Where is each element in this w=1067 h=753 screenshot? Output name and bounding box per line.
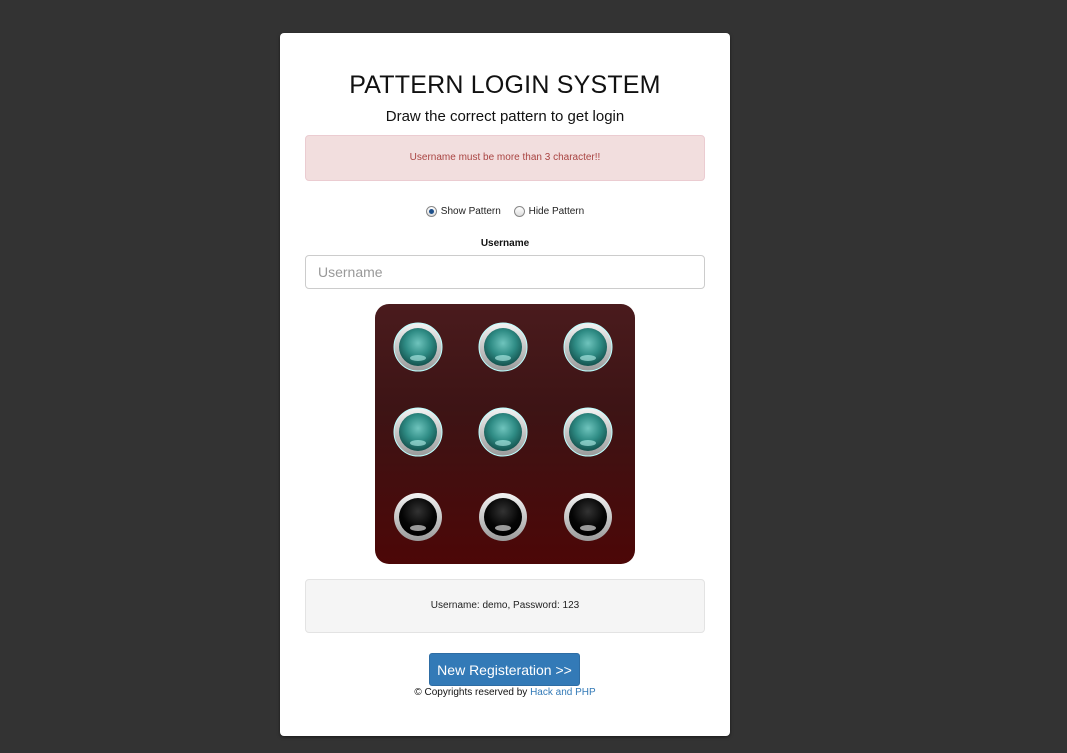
- pattern-dot-5[interactable]: [478, 407, 528, 457]
- hide-pattern-label: Hide Pattern: [528, 206, 585, 217]
- show-pattern-label: Show Pattern: [440, 206, 501, 217]
- footer-link-hack-and-php[interactable]: Hack and PHP: [530, 687, 596, 698]
- pattern-dot-6[interactable]: [563, 407, 613, 457]
- footer-copyright: © Copyrights reserved by: [414, 687, 531, 698]
- page-subtitle: Draw the correct pattern to get login: [385, 108, 625, 125]
- pattern-dot-3[interactable]: [563, 322, 613, 372]
- page-title: PATTERN LOGIN SYSTEM: [349, 71, 661, 99]
- hide-pattern-radio-button[interactable]: [513, 206, 525, 217]
- show-pattern-radio-button[interactable]: [425, 206, 437, 217]
- login-card: PATTERN LOGIN SYSTEM Draw the correct pa…: [280, 33, 730, 736]
- pattern-dot-9[interactable]: [564, 493, 612, 541]
- demo-credentials-hint: Username: demo, Password: 123: [305, 579, 705, 633]
- pattern-visibility-toggle: Show Pattern Hide Pattern: [280, 206, 730, 220]
- pattern-dot-4[interactable]: [393, 407, 443, 457]
- pattern-dot-1[interactable]: [393, 322, 443, 372]
- show-pattern-radio[interactable]: Show Pattern: [425, 206, 501, 217]
- pattern-dot-7[interactable]: [394, 493, 442, 541]
- pattern-dot-8[interactable]: [479, 493, 527, 541]
- demo-credentials-text: Username: demo, Password: 123: [430, 600, 580, 611]
- pattern-canvas[interactable]: [375, 304, 635, 564]
- hide-pattern-radio[interactable]: Hide Pattern: [513, 206, 585, 217]
- username-input[interactable]: [305, 255, 705, 289]
- pattern-lock-grid[interactable]: [375, 304, 635, 564]
- error-message: Username must be more than 3 character!!: [409, 152, 601, 163]
- pattern-dot-2[interactable]: [478, 322, 528, 372]
- new-registration-button[interactable]: New Registeration >>: [429, 653, 580, 686]
- error-alert: Username must be more than 3 character!!: [305, 135, 705, 181]
- username-label: Username: [480, 238, 530, 249]
- footer: © Copyrights reserved by Hack and PHP: [280, 687, 730, 698]
